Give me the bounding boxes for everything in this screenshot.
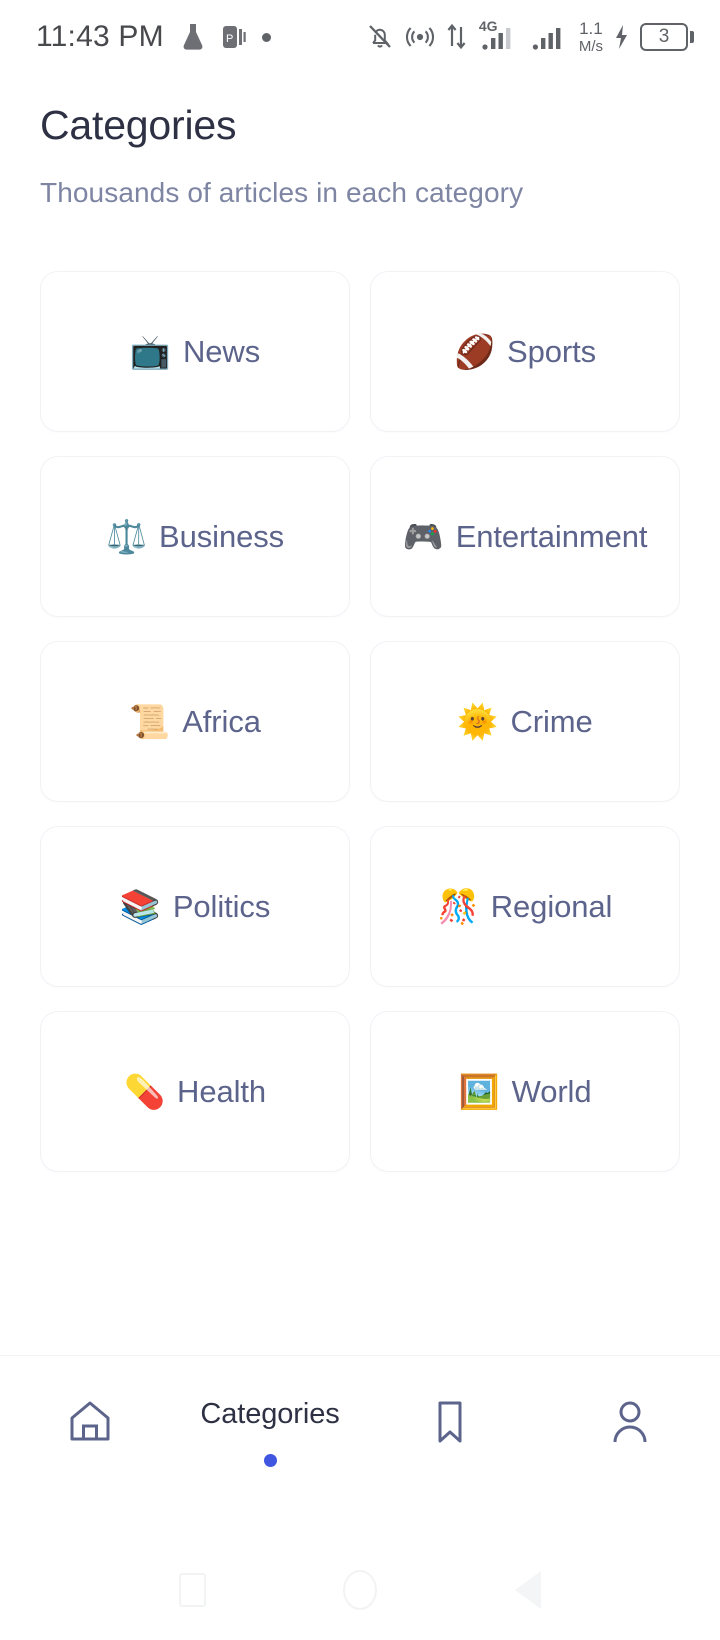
scroll-emoji: 📜 — [129, 702, 171, 741]
battery-cap-icon — [690, 31, 694, 43]
dot-indicator-icon — [261, 32, 271, 42]
network-speed-indicator: 1.1 M/s — [579, 20, 603, 54]
network-type-label: 4G — [478, 18, 498, 34]
signal-bars-icon — [532, 22, 568, 52]
page-title: Categories — [40, 102, 237, 148]
category-card-news[interactable]: 📺 News — [40, 271, 350, 432]
home-icon — [66, 1398, 114, 1449]
category-label: Politics — [172, 888, 271, 924]
category-label: Africa — [182, 703, 261, 739]
category-label: World — [511, 1073, 592, 1109]
app-root: 11:43 PM P 4G 1.1 M/s 3 Categories Thous… — [0, 0, 720, 1640]
category-label: Entertainment — [455, 518, 648, 554]
category-card-regional[interactable]: 🎊 Regional — [370, 826, 680, 987]
active-tab-indicator-dot — [263, 1454, 277, 1467]
category-card-entertainment[interactable]: 🎮 Entertainment — [370, 456, 680, 617]
battery-indicator: 3 — [640, 23, 694, 51]
charging-bolt-icon — [614, 24, 629, 50]
category-label: Sports — [507, 333, 597, 369]
sun-with-face-emoji: 🌞 — [457, 702, 499, 741]
person-icon — [608, 1398, 652, 1451]
category-label: News — [182, 333, 261, 369]
television-emoji: 📺 — [129, 332, 171, 371]
category-card-health[interactable]: 💊 Health — [40, 1011, 350, 1172]
network-speed-value: 1.1 — [579, 19, 603, 38]
books-emoji: 📚 — [119, 887, 161, 926]
category-card-world[interactable]: 🖼️ World — [370, 1011, 680, 1172]
category-card-sports[interactable]: 🏈 Sports — [370, 271, 680, 432]
confetti-ball-emoji: 🎊 — [437, 887, 479, 926]
flask-icon — [180, 22, 206, 52]
network-speed-unit: M/s — [578, 38, 603, 55]
square-recents-icon[interactable] — [178, 1573, 206, 1607]
signal-4g-icon: 4G — [479, 18, 521, 52]
football-emoji: 🏈 — [453, 332, 496, 371]
bottom-navigation-bar: Categories — [0, 1355, 720, 1540]
battery-level-text: 3 — [640, 23, 688, 51]
video-game-controller-emoji: 🎮 — [402, 517, 444, 556]
category-card-crime[interactable]: 🌞 Crime — [370, 641, 680, 802]
category-label: Health — [177, 1073, 267, 1109]
page-subtitle: Thousands of articles in each category — [40, 177, 524, 208]
hotspot-icon — [405, 23, 435, 51]
bookmark-icon — [429, 1398, 471, 1451]
nav-item-categories[interactable]: Categories — [180, 1398, 360, 1467]
status-bar: 11:43 PM P 4G 1.1 M/s 3 — [0, 0, 720, 74]
app-badge-icon: P — [222, 24, 246, 50]
category-scroll-area[interactable]: 📺 News 🏈 Sports ⚖️ Business 🎮 Entertainm… — [0, 209, 720, 1355]
status-bar-clock: 11:43 PM — [36, 20, 164, 53]
balance-scale-emoji: ⚖️ — [105, 517, 148, 556]
category-label: Crime — [510, 703, 593, 739]
nav-item-bookmarks[interactable] — [360, 1398, 540, 1451]
status-bar-right: 4G 1.1 M/s 3 — [366, 18, 694, 54]
android-system-nav — [0, 1540, 720, 1640]
category-card-politics[interactable]: 📚 Politics — [40, 826, 350, 987]
category-label: Regional — [490, 888, 613, 924]
data-transfer-icon — [446, 22, 468, 52]
category-label: Business — [159, 518, 285, 554]
status-bar-left: 11:43 PM P — [36, 20, 271, 54]
page-header: Categories Thousands of articles in each… — [0, 74, 720, 209]
pill-emoji: 💊 — [123, 1072, 166, 1111]
nav-item-profile[interactable] — [540, 1398, 720, 1451]
category-card-business[interactable]: ⚖️ Business — [40, 456, 350, 617]
nav-item-home[interactable] — [0, 1398, 180, 1449]
circle-home-icon[interactable] — [343, 1570, 378, 1610]
svg-text:P: P — [226, 33, 233, 45]
bell-off-icon — [366, 22, 394, 52]
framed-picture-emoji: 🖼️ — [458, 1072, 500, 1111]
category-grid: 📺 News 🏈 Sports ⚖️ Business 🎮 Entertainm… — [40, 271, 680, 1172]
triangle-back-icon[interactable] — [515, 1571, 542, 1609]
nav-item-label: Categories — [200, 1398, 340, 1430]
category-card-africa[interactable]: 📜 Africa — [40, 641, 350, 802]
